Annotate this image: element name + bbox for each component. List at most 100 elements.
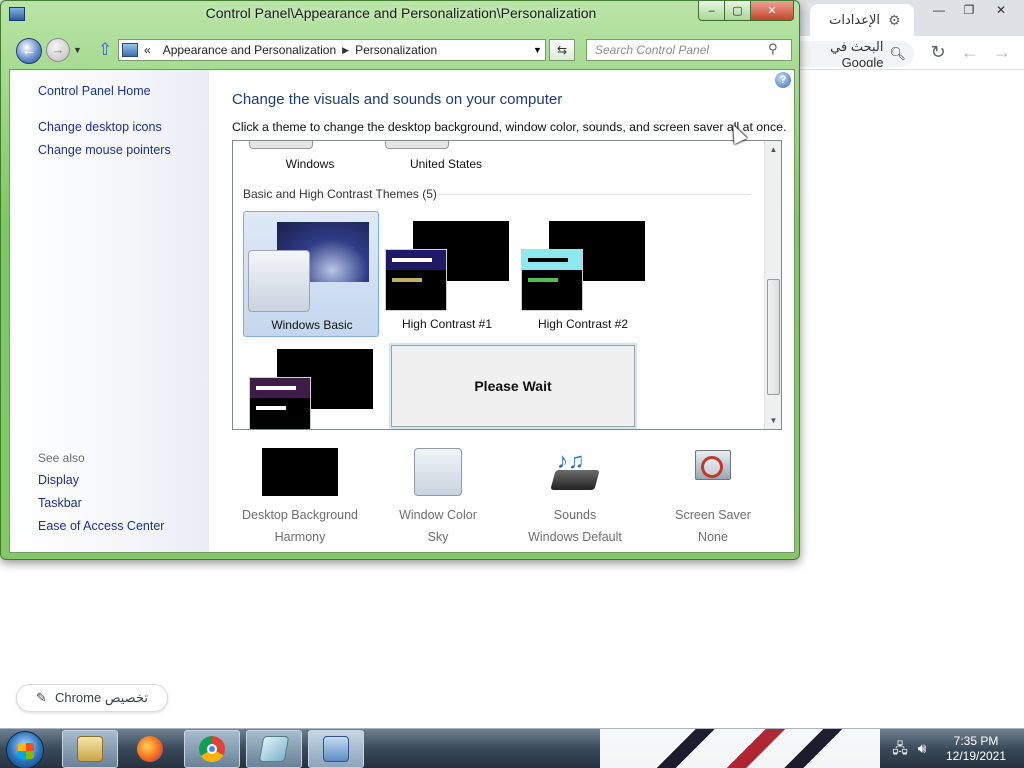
scrollbar-thumb[interactable] xyxy=(767,279,780,395)
network-icon[interactable]: 🖧 xyxy=(892,740,908,756)
theme-tile-high-contrast-black[interactable] xyxy=(243,339,379,429)
display-link[interactable]: Display xyxy=(38,473,79,487)
chrome-omnibox[interactable]: 🔍︎ البحث في Google xyxy=(790,41,914,67)
page-description: Click a theme to change the desktop back… xyxy=(232,120,787,134)
up-arrow-icon[interactable]: ⇧ xyxy=(97,40,113,60)
maximize-button[interactable]: ▢ xyxy=(724,1,751,21)
forward-arrow-icon[interactable]: → xyxy=(992,42,1012,62)
window-title: Control Panel\Appearance and Personaliza… xyxy=(205,5,597,21)
control-panel-icon xyxy=(323,736,349,762)
sounds-icon: ♪♫ xyxy=(550,448,600,496)
theme-window-preview xyxy=(385,249,447,311)
taskbar-chrome[interactable] xyxy=(184,730,240,768)
control-panel-icon xyxy=(122,43,138,57)
chrome-tab-settings[interactable]: الإعدادات ⚙ xyxy=(810,4,914,36)
theme-list[interactable]: Windows United States Basic and High Con… xyxy=(232,140,782,430)
customize-chrome-button[interactable]: تخصيص Chrome ✎ xyxy=(16,684,168,712)
customize-label: تخصيص Chrome xyxy=(54,690,148,705)
theme-bar-preview xyxy=(528,278,558,282)
theme-tile-high-contrast-1[interactable]: High Contrast #1 xyxy=(379,211,515,337)
search-input[interactable]: Search Control Panel xyxy=(586,39,792,61)
chrome-tab-label: الإعدادات xyxy=(829,12,880,27)
theme-bar-preview xyxy=(256,386,296,390)
window-color-swatch xyxy=(414,448,462,496)
start-button[interactable] xyxy=(6,731,44,768)
firefox-icon xyxy=(137,736,163,762)
chrome-icon xyxy=(199,736,225,762)
windows-logo-icon xyxy=(18,743,34,759)
address-root-chevron[interactable]: « xyxy=(138,43,157,57)
screen-saver-value: None xyxy=(698,530,728,544)
desktop-wallpaper xyxy=(600,729,880,768)
see-also-heading: See also xyxy=(38,451,85,465)
theme-thumbnail-windows[interactable] xyxy=(249,141,313,149)
back-arrow-icon[interactable]: ← xyxy=(960,42,980,62)
vertical-scrollbar[interactable]: ▲ ▼ xyxy=(764,141,781,429)
theme-bar-preview xyxy=(528,258,568,262)
ease-of-access-link[interactable]: Ease of Access Center xyxy=(38,519,164,533)
clock[interactable]: 7:35 PM 12/19/2021 xyxy=(936,734,1016,764)
theme-thumbnail-united-states[interactable] xyxy=(385,141,449,149)
search-icon[interactable]: ⚲ xyxy=(768,41,778,57)
theme-name-united-states[interactable]: United States xyxy=(381,157,511,171)
screen-saver-item[interactable]: Screen Saver None xyxy=(648,448,778,544)
theme-window-preview xyxy=(249,377,311,429)
chrome-restore-button[interactable]: ❐ xyxy=(954,0,984,20)
content-pane: Control Panel Home Change desktop icons … xyxy=(9,69,795,553)
change-mouse-pointers-link[interactable]: Change mouse pointers xyxy=(38,143,171,157)
gear-icon: ⚙ xyxy=(888,12,901,28)
taskbar: 🖧 🔊︎ 7:35 PM 12/19/2021 xyxy=(0,728,1024,768)
sounds-label: Sounds xyxy=(553,508,597,522)
theme-group-heading: Basic and High Contrast Themes (5) xyxy=(243,187,437,201)
scroll-down-arrow-icon[interactable]: ▼ xyxy=(765,412,781,429)
chrome-minimize-button[interactable]: — xyxy=(924,0,954,20)
theme-window-preview xyxy=(521,249,583,311)
search-icon: 🔍︎ xyxy=(889,46,906,61)
taskbar-notepad[interactable] xyxy=(246,730,302,768)
taskbar-file-explorer[interactable] xyxy=(62,730,118,768)
address-bar[interactable]: « Appearance and Personalization ▶ Perso… xyxy=(118,39,546,61)
theme-tile-high-contrast-2[interactable]: High Contrast #2 xyxy=(515,211,651,337)
taskbar-control-panel[interactable] xyxy=(308,730,364,768)
forward-button[interactable]: → xyxy=(46,38,70,62)
desktop-background-thumbnail xyxy=(262,448,338,496)
left-task-pane: Control Panel Home Change desktop icons … xyxy=(10,70,209,552)
back-button[interactable]: ← xyxy=(16,38,42,64)
taskbar-firefox[interactable] xyxy=(122,730,178,768)
theme-bar-preview xyxy=(256,406,286,410)
file-explorer-icon xyxy=(77,736,103,762)
desktop-background-item[interactable]: Desktop Background Harmony xyxy=(235,448,365,544)
help-icon[interactable]: ? xyxy=(775,72,791,88)
screen-saver-label: Screen Saver xyxy=(675,508,751,522)
recent-pages-dropdown-icon[interactable]: ▼ xyxy=(73,45,82,55)
taskbar-link[interactable]: Taskbar xyxy=(38,496,82,510)
sounds-value: Windows Default xyxy=(528,530,622,544)
minimize-button[interactable]: – xyxy=(698,1,725,21)
change-desktop-icons-link[interactable]: Change desktop icons xyxy=(38,120,162,134)
breadcrumb-separator-icon[interactable]: ▶ xyxy=(342,45,349,56)
theme-name-high-contrast-1: High Contrast #1 xyxy=(401,317,493,331)
scroll-up-arrow-icon[interactable]: ▲ xyxy=(765,141,781,158)
chrome-close-button[interactable]: ✕ xyxy=(986,0,1016,20)
desktop-background-label: Desktop Background xyxy=(241,508,359,522)
reload-icon[interactable]: ↻ xyxy=(928,42,948,62)
breadcrumb-appearance[interactable]: Appearance and Personalization xyxy=(157,43,342,57)
theme-name-windows[interactable]: Windows xyxy=(245,157,375,171)
volume-icon[interactable]: 🔊︎ xyxy=(914,740,930,756)
please-wait-dialog: Please Wait xyxy=(391,345,635,427)
control-panel-window: Control Panel\Appearance and Personaliza… xyxy=(0,0,800,560)
group-divider xyxy=(439,194,751,195)
notepad-icon xyxy=(258,736,290,762)
address-dropdown-icon[interactable]: ▼ xyxy=(533,45,542,55)
desktop-background-value: Harmony xyxy=(274,530,326,544)
refresh-button[interactable]: ⇆ xyxy=(549,39,575,61)
screen-saver-icon xyxy=(689,448,737,496)
theme-tile-windows-basic[interactable]: Windows Basic xyxy=(243,211,379,337)
breadcrumb-personalization[interactable]: Personalization xyxy=(349,43,443,57)
pencil-icon: ✎ xyxy=(36,690,47,705)
control-panel-home-link[interactable]: Control Panel Home xyxy=(38,84,151,98)
window-color-item[interactable]: Window Color Sky xyxy=(373,448,503,544)
close-button[interactable]: ✕ xyxy=(750,1,794,21)
theme-name-windows-basic: Windows Basic xyxy=(271,318,353,332)
sounds-item[interactable]: ♪♫ Sounds Windows Default xyxy=(510,448,640,544)
